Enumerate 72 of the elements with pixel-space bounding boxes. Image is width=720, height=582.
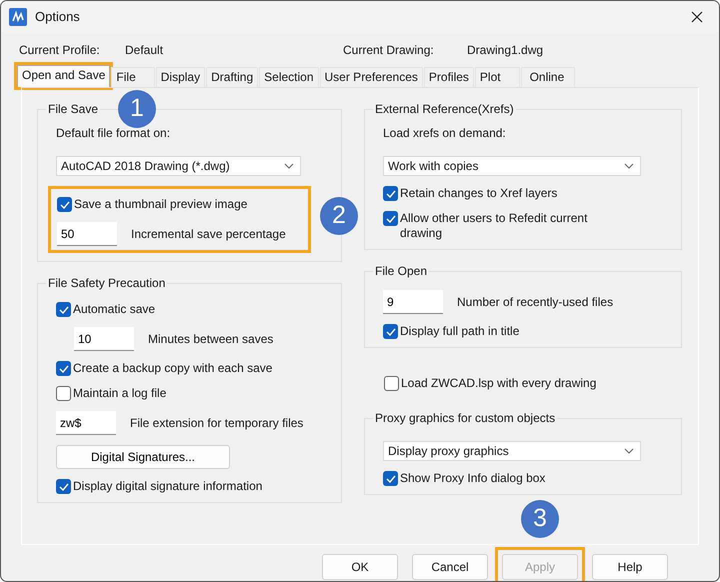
chevron-down-icon [624, 163, 634, 169]
dropdown[interactable]: Display proxy graphics [383, 441, 641, 461]
checkmark-icon [386, 214, 396, 222]
chevron-down-icon [284, 163, 294, 169]
checkmark-icon [58, 364, 68, 372]
group-title: File Safety Precaution [47, 276, 166, 290]
tab[interactable]: Open and Save [17, 65, 110, 87]
field-label: Load xrefs on demand: [383, 126, 506, 140]
tab[interactable]: File [111, 67, 155, 87]
drawing-label: Current Drawing: [343, 42, 435, 59]
checkmark-icon [386, 474, 396, 482]
number-field[interactable]: zw$ [56, 411, 116, 435]
app-icon [9, 8, 27, 26]
callout-badge: 1 [118, 90, 156, 128]
checkbox-label: Retain changes to Xref layers [400, 186, 558, 201]
checkbox[interactable] [56, 302, 71, 317]
profile-value: Default [125, 42, 164, 59]
tab[interactable]: Drafting [206, 67, 258, 87]
callout-badge: 3 [521, 500, 559, 538]
checkbox[interactable] [383, 211, 398, 226]
checkbox-label: Display full path in title [400, 324, 520, 339]
checkbox[interactable] [383, 186, 398, 201]
checkbox[interactable] [56, 479, 71, 494]
profile-label: Current Profile: [19, 42, 101, 59]
checkmark-icon [58, 306, 68, 314]
checkbox[interactable] [56, 386, 71, 401]
dialog-button[interactable]: OK [322, 554, 398, 580]
field-label: Incremental save percentage [131, 226, 286, 243]
tab[interactable]: Profiles [424, 67, 474, 87]
checkbox[interactable] [383, 471, 398, 486]
field-label: Number of recently-used files [457, 294, 614, 311]
drawing-value: Drawing1.dwg [467, 42, 544, 59]
checkmark-icon [386, 328, 396, 336]
checkmark-icon [60, 200, 70, 208]
checkmark-icon [386, 190, 396, 198]
group-title: Proxy graphics for custom objects [374, 411, 556, 425]
checkbox[interactable] [383, 324, 398, 339]
checkbox[interactable] [384, 376, 399, 391]
checkbox-label: Create a backup copy with each save [73, 361, 272, 376]
tab[interactable]: Plot [474, 67, 520, 87]
checkbox-label: Save a thumbnail preview image [74, 197, 248, 212]
group-title: File Save [47, 102, 100, 116]
checkbox-label: Show Proxy Info dialog box [400, 471, 546, 486]
checkbox[interactable] [57, 197, 72, 212]
chevron-down-icon [624, 448, 634, 454]
checkbox-label: Automatic save [73, 302, 156, 317]
field-label: Minutes between saves [148, 331, 274, 348]
dialog-button[interactable]: Help [592, 554, 668, 580]
number-field[interactable]: 10 [74, 327, 134, 351]
checkmark-icon [58, 482, 68, 490]
checkbox-label: Maintain a log file [73, 386, 166, 401]
dropdown[interactable]: Work with copies [383, 156, 641, 176]
tab[interactable]: Display [156, 67, 206, 87]
number-field[interactable]: 50 [57, 222, 117, 246]
checkbox-label: Display digital signature information [73, 479, 262, 494]
field-label: File extension for temporary files [130, 415, 304, 432]
dialog-button[interactable]: Cancel [412, 554, 488, 580]
checkbox-label: Load ZWCAD.lsp with every drawing [401, 376, 596, 391]
number-field[interactable]: 9 [383, 290, 443, 314]
close-icon[interactable] [691, 11, 703, 23]
tab[interactable]: User Preferences [320, 67, 423, 87]
window-title: Options [35, 8, 80, 26]
tab[interactable]: Selection [259, 67, 319, 87]
checkbox-label: Allow other users to Refedit current drawing [400, 211, 588, 241]
group-title: External Reference(Xrefs) [374, 102, 515, 116]
tab[interactable]: Online [520, 67, 576, 87]
callout-badge: 2 [320, 197, 358, 235]
checkbox[interactable] [56, 361, 71, 376]
group-title: File Open [374, 264, 428, 278]
field-label: Default file format on: [56, 126, 170, 140]
dropdown[interactable]: AutoCAD 2018 Drawing (*.dwg) [56, 156, 301, 176]
digital-signatures-button[interactable]: Digital Signatures... [56, 445, 230, 469]
